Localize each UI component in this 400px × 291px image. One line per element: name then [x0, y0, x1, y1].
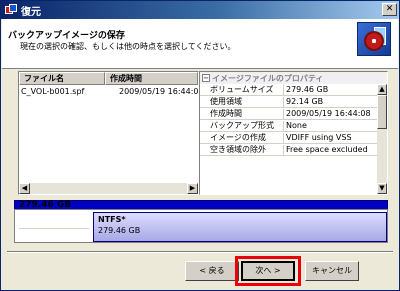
partition-name: NTFS* [98, 215, 126, 224]
page-description: 現在の選択の確認、もしくは他の時点を選択してください。 [20, 42, 236, 51]
wizard-header: バックアップイメージの保存 現在の選択の確認、もしくは他の時点を選択してください… [2, 19, 398, 69]
property-row: 空き領域の除外 Free space excluded [200, 145, 378, 156]
scroll-up-icon[interactable]: ▲ [377, 84, 387, 95]
property-row: 使用領域 92.14 GB [200, 97, 378, 108]
properties-title: イメージファイルのプロパティ [212, 73, 324, 83]
property-key: 使用領域 [200, 97, 284, 107]
property-value: Free space excluded [286, 145, 368, 154]
column-header-filename[interactable]: ファイル名 [19, 72, 105, 85]
file-row[interactable]: C_VOL-b001.spf 2009/05/19 16:44:08 [19, 86, 198, 98]
property-row: ボリュームサイズ 279.46 GB [200, 85, 378, 96]
page-title: バックアップイメージの保存 [8, 31, 125, 41]
title-bar[interactable]: 復元 ✕ [1, 1, 399, 19]
close-button[interactable]: ✕ [382, 3, 397, 16]
image-properties-panel: − イメージファイルのプロパティ ボリュームサイズ 279.46 GB 使用領域… [199, 71, 388, 195]
app-icon [5, 4, 17, 16]
ntfs-partition[interactable]: NTFS* 279.46 GB [93, 212, 387, 242]
property-value: 279.46 GB [286, 85, 329, 94]
scroll-thumb[interactable] [377, 95, 387, 129]
scroll-left-icon[interactable]: ◀ [19, 183, 30, 194]
properties-header[interactable]: − イメージファイルのプロパティ [200, 72, 387, 84]
property-key: バックアップ形式 [200, 121, 284, 131]
property-key: 空き領域の除外 [200, 145, 284, 155]
disk-divider [19, 228, 89, 229]
property-value: VDIFF using VSS [286, 133, 352, 142]
next-button-highlight [235, 256, 301, 286]
restore-logo-icon [357, 22, 391, 56]
property-value: 92.14 GB [286, 97, 324, 106]
disk-size-label: 279.46 GB [19, 200, 72, 210]
property-value: None [286, 121, 307, 130]
vertical-scrollbar[interactable]: ▲ ▼ [377, 84, 387, 194]
property-key: 作成時間 [200, 109, 284, 119]
property-value: 2009/05/19 16:44:08 [286, 109, 371, 118]
scroll-right-icon[interactable]: ▶ [187, 183, 198, 194]
backup-file-list[interactable]: ファイル名 作成時間 C_VOL-b001.spf 2009/05/19 16:… [18, 71, 199, 195]
horizontal-scrollbar[interactable]: ◀ ▶ [19, 183, 198, 194]
property-row: 作成時間 2009/05/19 16:44:08 [200, 109, 378, 120]
file-list-header: ファイル名 作成時間 [19, 72, 198, 85]
partition-size: 279.46 GB [98, 226, 141, 235]
property-key: イメージの作成 [200, 133, 284, 143]
property-row: バックアップ形式 None [200, 121, 378, 132]
cancel-button[interactable]: キャンセル [305, 261, 359, 281]
column-header-created[interactable]: 作成時間 [105, 72, 198, 85]
window-title: 復元 [21, 6, 41, 18]
footer-divider [7, 251, 393, 253]
property-key: ボリュームサイズ [200, 85, 284, 95]
scroll-down-icon[interactable]: ▼ [377, 183, 387, 194]
property-row: イメージの作成 VDIFF using VSS [200, 133, 378, 144]
file-created-time: 2009/05/19 16:44:08 [119, 87, 198, 96]
collapse-icon[interactable]: − [202, 74, 210, 82]
file-name: C_VOL-b001.spf [21, 87, 85, 96]
restore-dialog: 復元 ✕ バックアップイメージの保存 現在の選択の確認、もしくは他の時点を選択し… [0, 0, 400, 291]
back-button[interactable]: < 戻る [185, 261, 239, 281]
disk-map: NTFS* 279.46 GB [14, 209, 388, 243]
